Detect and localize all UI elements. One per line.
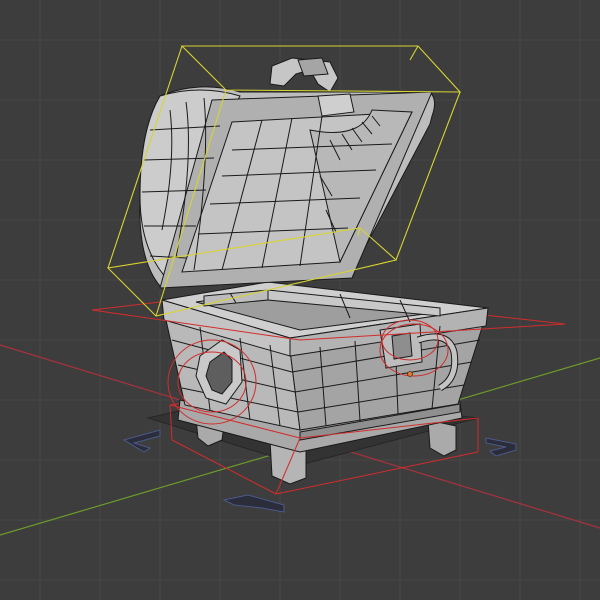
gizmo-bracket-left[interactable] [122, 429, 161, 453]
chest-lock-plate[interactable] [379, 323, 423, 369]
gizmo-bracket-bottom[interactable] [222, 494, 285, 513]
chest-foot-right[interactable] [427, 419, 457, 457]
chest-lid[interactable] [139, 57, 436, 289]
viewport-canvas[interactable] [0, 0, 600, 600]
3d-viewport[interactable] [0, 0, 600, 600]
gizmo-bracket-right[interactable] [485, 437, 517, 457]
object-origin-dot[interactable] [407, 371, 413, 377]
